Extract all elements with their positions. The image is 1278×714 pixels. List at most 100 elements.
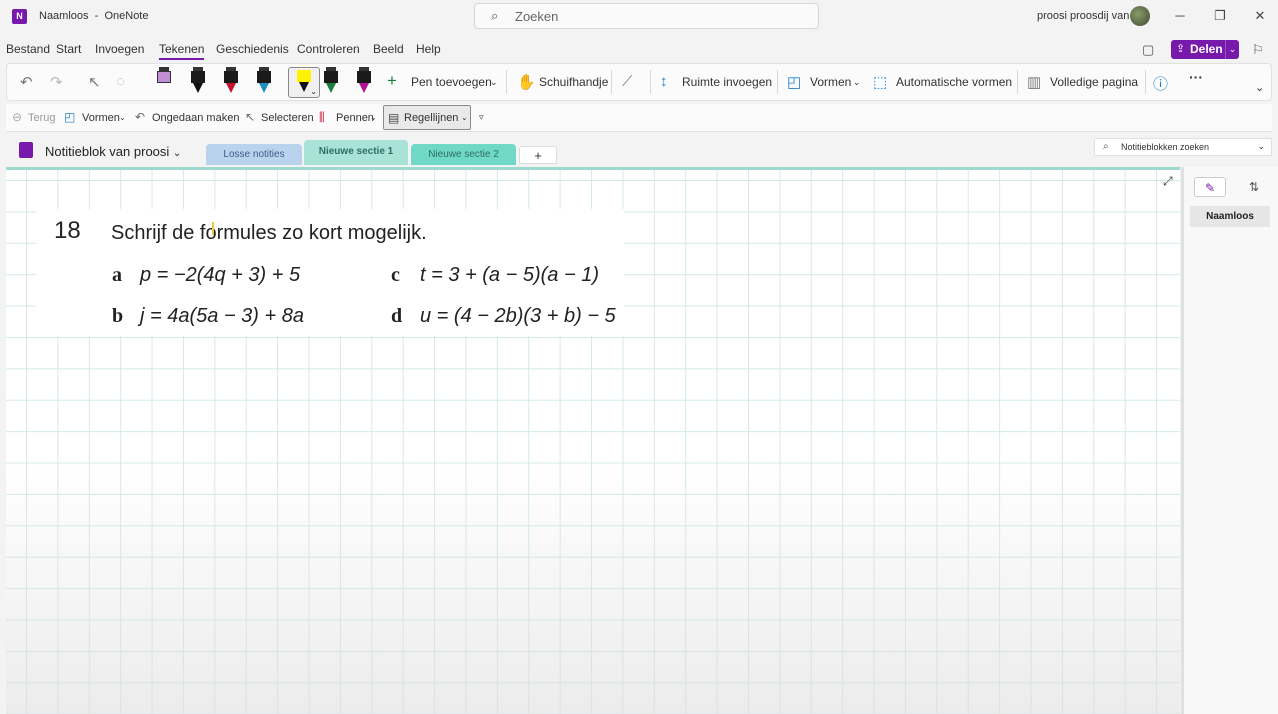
overflow-chevron-icon[interactable]: ▿ <box>479 112 484 123</box>
notebook-search-input[interactable]: ⌕ Notitieblokken zoeken ⌄ <box>1094 138 1272 156</box>
ruler-icon[interactable]: ⟋ <box>622 73 633 90</box>
menu-tekenen[interactable]: Tekenen <box>159 42 205 60</box>
text-cursor <box>212 222 214 235</box>
undo-icon[interactable]: ↶ <box>135 110 145 124</box>
chevron-down-icon: ⌄ <box>172 148 182 159</box>
window-title: Naamloos - OneNote <box>39 10 149 22</box>
pens-dropdown[interactable]: Pennen <box>336 112 374 124</box>
share-icon: ⇪ <box>1176 43 1186 55</box>
page-item-naamloos[interactable]: Naamloos <box>1190 206 1270 227</box>
chevron-down-icon[interactable]: ⌄ <box>461 113 468 122</box>
divider <box>1017 70 1018 94</box>
chevron-down-icon[interactable]: ⌄ <box>1257 141 1265 152</box>
shapes-icon[interactable]: ◰ <box>64 110 75 124</box>
auto-shapes-icon[interactable]: ⬚ <box>873 73 887 91</box>
pen-6-icon[interactable] <box>321 67 341 95</box>
draw-ribbon: ↶ ↷ ↖ ◌ ⌄ + Pen toevoegen ⌄ ✋ Schuifhand… <box>6 63 1272 101</box>
lasso-icon[interactable]: ◌ <box>116 73 125 90</box>
menu-start[interactable]: Start <box>56 42 81 56</box>
rule-lines-dropdown[interactable]: ▤ Regellijnen ⌄ <box>383 105 471 130</box>
comments-icon[interactable]: ⚐ <box>1252 42 1264 58</box>
formula-b: j = 4a(5a − 3) + 8a <box>140 305 305 327</box>
menu-help[interactable]: Help <box>416 42 441 56</box>
select-pointer-icon[interactable]: ↖ <box>245 110 255 124</box>
divider <box>611 70 612 94</box>
exercise-title: Schrijf de formules zo kort mogelijk. <box>111 222 427 244</box>
full-page-icon[interactable]: ▥ <box>1027 73 1041 91</box>
avatar[interactable] <box>1130 6 1150 26</box>
pen-4-icon[interactable] <box>254 67 274 95</box>
pan-hand-button[interactable]: Schuifhandje <box>539 75 608 89</box>
share-button[interactable]: ⇪ Delen ⌄ <box>1171 40 1239 59</box>
shapes-button[interactable]: Vormen <box>810 75 851 89</box>
menu-invoegen[interactable]: Invoegen <box>95 42 144 56</box>
menu-bestand[interactable]: Bestand <box>6 42 50 56</box>
restore-icon[interactable]: ❐ <box>1210 6 1230 26</box>
pen-7-icon[interactable] <box>354 67 374 95</box>
user-name[interactable]: proosi proosdij van <box>1037 10 1129 22</box>
more-options-icon[interactable]: ··· <box>1189 69 1203 85</box>
hand-icon[interactable]: ✋ <box>517 73 536 91</box>
help-icon[interactable]: ⓘ <box>1153 73 1168 94</box>
auto-shapes-button[interactable]: Automatische vormen <box>896 75 1012 89</box>
item-letter: c <box>391 264 400 286</box>
undo-icon[interactable]: ↶ <box>20 73 33 91</box>
back-arrow-icon[interactable]: ⊖ <box>12 110 22 124</box>
title-bar: N Naamloos - OneNote ⌕ Zoeken proosi pro… <box>0 0 1278 34</box>
notebook-icon <box>19 142 33 158</box>
search-icon: ⌕ <box>491 8 499 23</box>
notebook-selector[interactable]: Notitieblok van proosi ⌄ <box>45 144 181 159</box>
item-letter: b <box>112 305 124 327</box>
rule-lines-icon: ▤ <box>388 111 400 125</box>
notebook-view-icon[interactable]: ▢ <box>1142 42 1154 58</box>
full-page-button[interactable]: Volledige pagina <box>1050 75 1138 89</box>
menu-controleren[interactable]: Controleren <box>297 42 360 56</box>
formula-a: p = −2(4q + 3) + 5 <box>140 264 301 286</box>
expand-icon[interactable]: ⤢ <box>1163 174 1173 189</box>
shapes-icon[interactable]: ◰ <box>787 73 801 91</box>
pen-1-icon[interactable] <box>154 67 174 95</box>
search-input[interactable]: ⌕ Zoeken <box>474 3 819 29</box>
add-section-button[interactable]: + <box>519 146 557 164</box>
redo-icon[interactable]: ↷ <box>50 73 63 91</box>
pasted-exercise-image[interactable]: 18 Schrijf de formules zo kort mogelijk.… <box>36 209 624 336</box>
highlighter-pen-selected[interactable]: ⌄ <box>288 67 320 98</box>
divider <box>650 70 651 94</box>
pens-icon[interactable]: ⫼ <box>319 110 325 125</box>
menu-geschiedenis[interactable]: Geschiedenis <box>216 42 289 56</box>
chevron-down-icon[interactable]: ⌄ <box>853 77 861 88</box>
tab-losse-notities[interactable]: Losse notities <box>206 144 302 165</box>
sort-icon[interactable]: ⇅ <box>1238 177 1270 197</box>
pen-3-icon[interactable] <box>221 67 241 95</box>
close-icon[interactable]: ✕ <box>1250 6 1270 26</box>
chevron-down-icon[interactable]: ⌄ <box>119 113 126 122</box>
add-page-icon[interactable]: ✎ <box>1194 177 1226 197</box>
chevron-down-icon[interactable]: ⌄ <box>1225 40 1239 59</box>
item-letter: a <box>112 264 122 286</box>
add-icon[interactable]: + <box>387 71 397 91</box>
undo-button[interactable]: Ongedaan maken <box>152 112 239 124</box>
tab-nieuwe-sectie-1[interactable]: Nieuwe sectie 1 <box>304 140 408 165</box>
chevron-down-icon[interactable]: ⌄ <box>490 77 498 88</box>
item-letter: d <box>391 305 403 327</box>
chevron-down-icon[interactable]: ⌄ <box>370 113 377 122</box>
minimize-icon[interactable]: ─ <box>1170 6 1190 26</box>
exercise-number: 18 <box>54 217 81 244</box>
tab-nieuwe-sectie-2[interactable]: Nieuwe sectie 2 <box>411 144 516 165</box>
search-icon: ⌕ <box>1103 141 1109 152</box>
insert-space-icon[interactable]: ↕ <box>660 73 668 90</box>
divider <box>1145 70 1146 94</box>
menu-beeld[interactable]: Beeld <box>373 42 404 56</box>
add-pen-button[interactable]: Pen toevoegen <box>411 75 492 89</box>
page-list-pane <box>1181 167 1278 714</box>
chevron-down-icon[interactable]: ⌄ <box>1255 81 1264 94</box>
insert-space-button[interactable]: Ruimte invoegen <box>682 75 772 89</box>
pen-2-icon[interactable] <box>188 67 208 95</box>
chevron-down-icon[interactable]: ⌄ <box>310 87 317 96</box>
back-button[interactable]: Terug <box>28 112 56 124</box>
select-button[interactable]: Selecteren <box>261 112 314 124</box>
formula-d: u = (4 − 2b)(3 + b) − 5 <box>420 305 616 327</box>
select-pointer-icon[interactable]: ↖ <box>88 73 101 91</box>
menu-bar: Bestand Start Invoegen Tekenen Geschiede… <box>0 38 1278 62</box>
shapes-dropdown[interactable]: Vormen <box>82 112 120 124</box>
